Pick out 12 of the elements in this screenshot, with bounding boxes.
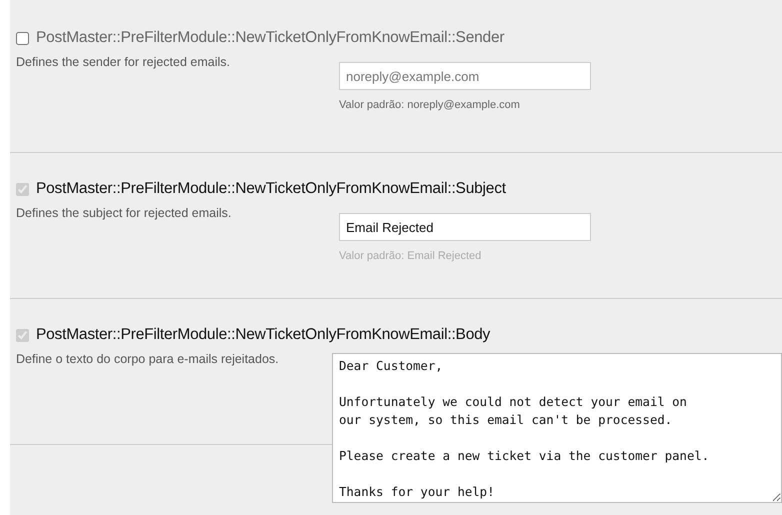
setting-title: PostMaster::PreFilterModule::NewTicketOnlyFromKnowEmail::Subject [36,179,506,199]
setting-title: PostMaster::PreFilterModule::NewTicketOnlyFromKnowEmail::Sender [36,28,504,48]
default-value: Valor padrão: noreply@example.com [339,98,521,113]
text-area[interactable]: Dear Customer, Unfortunately we could not detect your email on our system, so this email can't be processed. Please create a new ticket via the customer panel. Thanks for your help! [332,353,782,503]
default-value: Valor padrão: Email Rejected [339,249,482,264]
setting-description: Define o texto do corpo para e-mails rejeitados. [16,351,280,368]
text-field[interactable]: Email Rejected [339,213,591,241]
setting-description: Defines the sender for rejected emails. [16,54,231,71]
text-field[interactable]: noreply@example.com [339,62,591,90]
setting-description: Defines the subject for rejected emails. [16,205,232,222]
setting-checkbox[interactable] [16,32,29,44]
setting-title: PostMaster::PreFilterModule::NewTicketOnlyFromKnowEmail::Body [36,325,490,345]
